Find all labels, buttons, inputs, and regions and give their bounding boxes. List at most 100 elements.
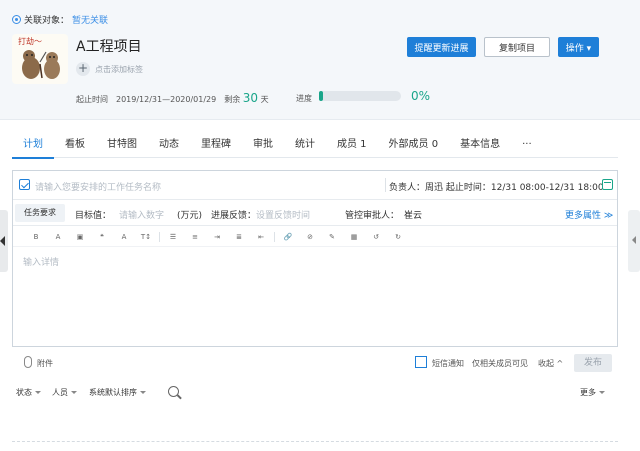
target-unit: (万元) [177, 211, 203, 221]
tab-3[interactable]: 甘特图 [96, 132, 148, 158]
more-attributes-link[interactable]: 更多属性 ≫ [565, 208, 613, 221]
brush-icon[interactable]: ✎ [321, 227, 343, 247]
more-filter[interactable]: 更多 [580, 387, 605, 398]
tab-2[interactable]: 看板 [54, 132, 96, 158]
sort-filter-label[interactable]: 系统默认排序 [89, 388, 137, 397]
project-avatar[interactable]: 打劫～ [12, 34, 68, 84]
tab-9[interactable]: 外部成员 0 [378, 132, 450, 158]
target-label: 目标值： [75, 211, 112, 221]
attach-label[interactable]: 附件 [37, 358, 53, 369]
editor-footer: 附件 短信通知 仅相关成员可见 收起 ^ 发布 [12, 352, 618, 374]
project-tabs: 计划 看板 甘特图 动态 里程碑 审批 统计 成员 1 外部成员 0 基本信息 ··· [12, 132, 618, 159]
calendar-icon[interactable] [602, 179, 613, 190]
tab-7[interactable]: 统计 [284, 132, 326, 158]
visible-to-members-option[interactable]: 仅相关成员可见 [472, 358, 528, 369]
tab-5[interactable]: 里程碑 [190, 132, 242, 158]
tab-1[interactable]: 计划 [12, 132, 54, 159]
rich-text-toolbar: B A ▣ ❝ A T↕ ☰ ≡ ⇥ ≣ ⇤ 🔗 ⊘ ✎ ▦ ↺ ↻ [13, 227, 617, 247]
task-requirement-button[interactable]: 任务要求 [15, 204, 65, 222]
more-filter-label[interactable]: 更多 [580, 388, 596, 397]
undo-icon[interactable]: ↺ [365, 227, 387, 247]
task-attributes-row: 任务要求 目标值： 请输入数字 (万元) 进展反馈： 设置反馈时间 管控审批人：… [13, 200, 617, 226]
people-filter-label[interactable]: 人员 [52, 388, 68, 397]
period-label: 起止时间 [76, 95, 108, 104]
image-icon[interactable]: ▣ [69, 227, 91, 247]
collapse-button[interactable]: 收起 ^ [538, 358, 563, 369]
avatar-caption: 打劫～ [18, 36, 42, 46]
right-panel-toggle[interactable] [628, 210, 640, 272]
redo-icon[interactable]: ↻ [387, 227, 409, 247]
time-field[interactable]: 起止时间：12/31 08:00-12/31 18:00 [446, 183, 604, 193]
feedback-time-input[interactable]: 设置反馈时间 [256, 208, 310, 221]
owner-and-time[interactable]: 负责人：周迅 起止时间：12/31 08:00-12/31 18:00 [389, 180, 604, 193]
association: 关联对象： 暂无关联 [12, 13, 108, 26]
task-editor: 请输入您要安排的工作任务名称 负责人：周迅 起止时间：12/31 08:00-1… [12, 170, 618, 347]
tab-4[interactable]: 动态 [148, 132, 190, 158]
association-label: 关联对象： [24, 16, 70, 26]
sms-label: 短信通知 [432, 359, 464, 368]
status-filter[interactable]: 状态 [16, 387, 41, 398]
sms-checkbox[interactable] [415, 356, 427, 368]
italic-icon[interactable]: A [47, 227, 69, 247]
chevron-down-icon [71, 391, 77, 394]
owner-field[interactable]: 负责人：周迅 [389, 183, 443, 193]
progress-value: 0% [411, 89, 431, 103]
project-header: 关联对象： 暂无关联 打劫～ A工程项目 + 点击添加标签 提醒更新进展 复制项… [0, 0, 640, 120]
task-check-icon [19, 179, 30, 190]
tab-11[interactable]: ··· [511, 132, 543, 158]
align-icon[interactable]: ≣ [228, 227, 250, 247]
publish-button[interactable]: 发布 [574, 354, 612, 372]
remain-days: 30 [242, 91, 259, 105]
quote-icon[interactable]: ❝ [91, 227, 113, 247]
approver-value[interactable]: 崔云 [404, 208, 422, 221]
target-input[interactable]: 请输入数字 [119, 208, 164, 221]
feedback-label: 进展反馈： [211, 211, 257, 221]
task-title-row: 请输入您要安排的工作任务名称 负责人：周迅 起止时间：12/31 08:00-1… [13, 171, 617, 200]
add-tag[interactable]: + 点击添加标签 [76, 62, 143, 76]
bear-robbery-avatar-image: 打劫～ [18, 36, 60, 79]
search-icon[interactable] [168, 386, 179, 397]
chevron-down-icon [140, 391, 146, 394]
filter-bar: 状态 人员 系统默认排序 更多 [16, 386, 610, 400]
detail-input[interactable]: 输入详情 [23, 255, 59, 268]
tab-6[interactable]: 审批 [242, 132, 284, 158]
left-panel-toggle[interactable] [0, 210, 8, 272]
project-title: A工程项目 [76, 39, 142, 55]
approver-label: 管控审批人： [345, 211, 400, 221]
link-icon [12, 15, 21, 24]
indent-icon[interactable]: ⇥ [206, 227, 228, 247]
period-value: 2019/12/31—2020/01/29 [116, 95, 217, 104]
progress-bar [319, 91, 401, 101]
tab-10[interactable]: 基本信息 [449, 132, 511, 158]
progress-label: 进度 [296, 94, 312, 103]
toolbar-separator [274, 231, 275, 242]
bullet-list-icon[interactable]: ☰ [162, 227, 184, 247]
remain-unit: 天 [260, 95, 269, 104]
chevron-down-icon [599, 391, 605, 394]
numbered-list-icon[interactable]: ≡ [184, 227, 206, 247]
plus-icon[interactable]: + [76, 62, 90, 76]
status-filter-label[interactable]: 状态 [16, 388, 32, 397]
font-size-icon[interactable]: A [113, 227, 135, 247]
tab-8[interactable]: 成员 1 [326, 132, 378, 158]
project-meta: 起止时间 2019/12/31—2020/01/29 剩余 30 天 [76, 91, 269, 105]
divider [385, 178, 386, 192]
page: 关联对象： 暂无关联 打劫～ A工程项目 + 点击添加标签 提醒更新进展 复制项… [0, 0, 640, 451]
people-filter[interactable]: 人员 [52, 387, 77, 398]
font-style-icon[interactable]: T↕ [135, 227, 157, 247]
unlink-icon[interactable]: ⊘ [299, 227, 321, 247]
task-name-input[interactable]: 请输入您要安排的工作任务名称 [35, 180, 161, 193]
bold-icon[interactable]: B [25, 227, 47, 247]
table-icon[interactable]: ▦ [343, 227, 365, 247]
remind-update-button[interactable]: 提醒更新进展 [407, 37, 476, 57]
link-icon[interactable]: 🔗 [277, 227, 299, 247]
association-link[interactable]: 暂无关联 [72, 13, 108, 26]
actions-dropdown-button[interactable]: 操作 ▾ [558, 37, 599, 57]
add-tag-label[interactable]: 点击添加标签 [95, 64, 143, 75]
paperclip-icon[interactable] [24, 356, 32, 368]
outdent-icon[interactable]: ⇤ [250, 227, 272, 247]
sort-filter[interactable]: 系统默认排序 [89, 387, 146, 398]
progress-fill [319, 91, 323, 101]
copy-project-button[interactable]: 复制项目 [484, 37, 550, 57]
toolbar-separator [159, 231, 160, 242]
